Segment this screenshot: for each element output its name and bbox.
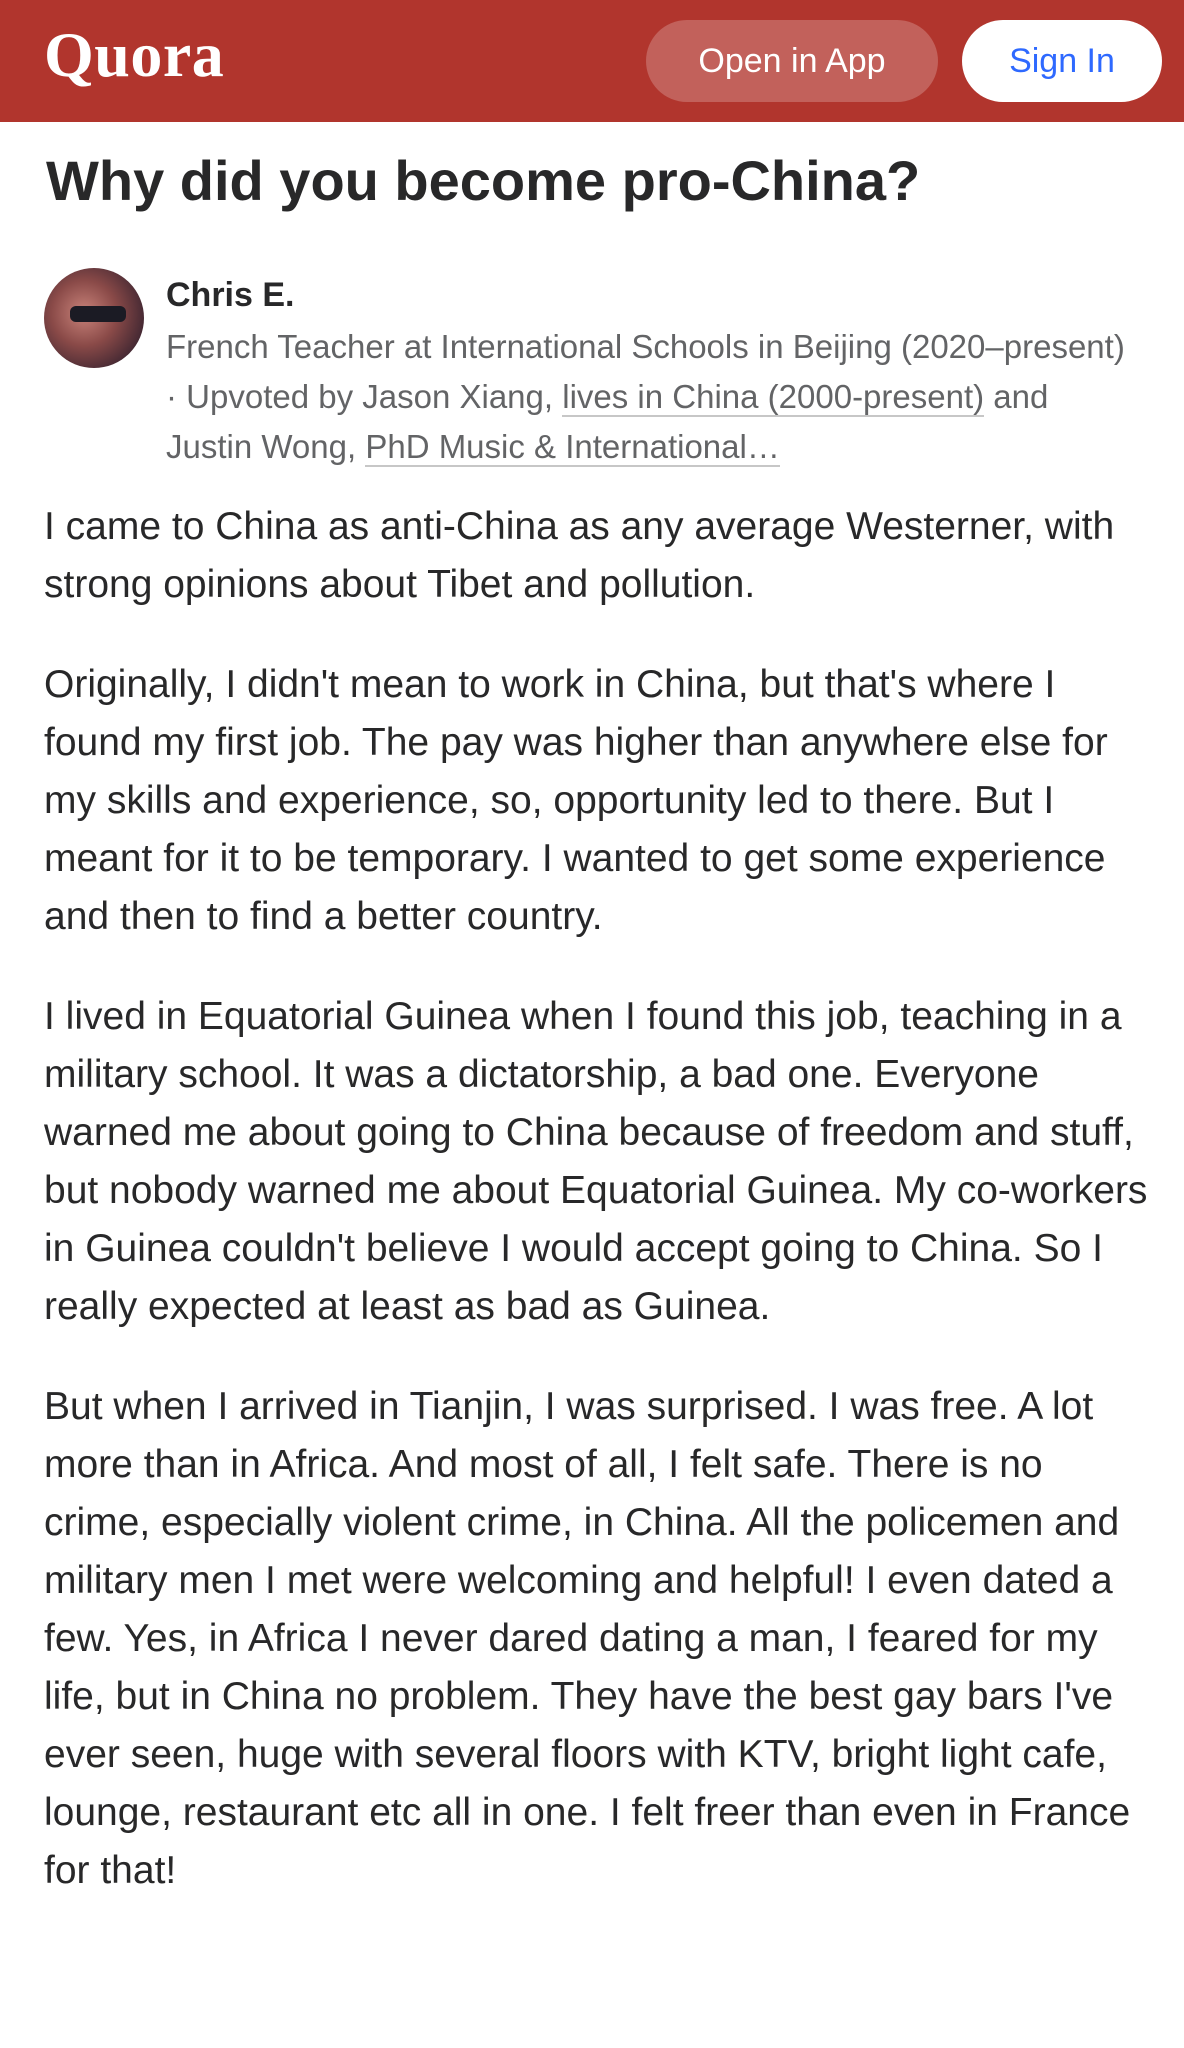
- answer-body: I came to China as anti-China as any ave…: [44, 498, 1154, 1942]
- question-title[interactable]: Why did you become pro-China?: [46, 148, 1146, 213]
- quora-logo[interactable]: Quora: [44, 18, 224, 92]
- answer-paragraph: Originally, I didn't mean to work in Chi…: [44, 663, 1108, 938]
- upvoted-by-text-1: · Upvoted by Jason Xiang,: [166, 378, 563, 415]
- answer-paragraph: I lived in Equatorial Guinea when I foun…: [44, 995, 1148, 1328]
- upvoter-2-credential[interactable]: PhD Music & International…: [365, 428, 780, 467]
- author-avatar[interactable]: [44, 268, 144, 368]
- author-name[interactable]: Chris E.: [166, 276, 294, 315]
- sign-in-button[interactable]: Sign In: [962, 20, 1162, 102]
- open-in-app-button[interactable]: Open in App: [646, 20, 938, 102]
- upvoter-1-credential[interactable]: lives in China (2000-present): [562, 378, 985, 417]
- author-credentials: French Teacher at International Schools …: [166, 322, 1126, 472]
- answer-paragraph: But when I arrived in Tianjin, I was sur…: [44, 1385, 1131, 1892]
- top-bar: Quora Open in App Sign In: [0, 0, 1184, 122]
- answer-paragraph: I came to China as anti-China as any ave…: [44, 505, 1115, 606]
- avatar-glasses: [70, 306, 126, 322]
- author-credential: French Teacher at International Schools …: [166, 328, 1125, 365]
